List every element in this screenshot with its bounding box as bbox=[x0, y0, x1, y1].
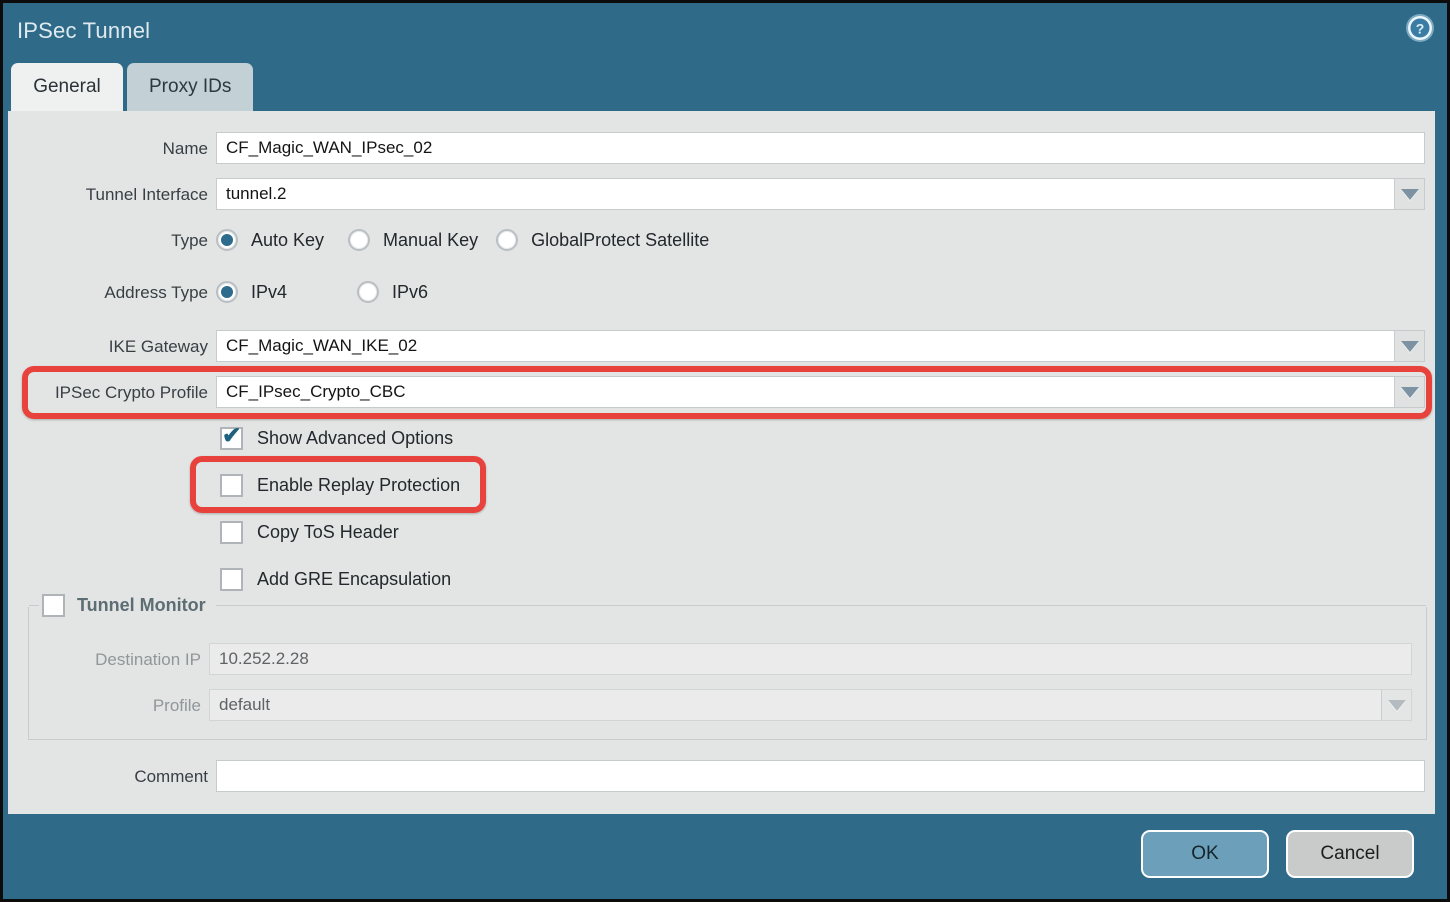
tunnel-monitor-legend: Tunnel Monitor bbox=[29, 594, 1426, 617]
copy-tos-header-label: Copy ToS Header bbox=[257, 522, 399, 543]
ipsec-crypto-profile-input[interactable] bbox=[217, 377, 1394, 407]
type-row: Type Auto Key Manual Key GlobalProtect S… bbox=[8, 226, 1435, 254]
manual-key-radio[interactable] bbox=[348, 229, 370, 251]
chevron-down-icon bbox=[1401, 387, 1419, 398]
show-advanced-options-checkbox[interactable] bbox=[220, 427, 243, 450]
add-gre-encapsulation-label: Add GRE Encapsulation bbox=[257, 569, 451, 590]
dialog-tabs: General Proxy IDs bbox=[3, 63, 1447, 111]
enable-replay-protection-checkbox[interactable] bbox=[220, 474, 243, 497]
comment-input[interactable] bbox=[217, 761, 1424, 791]
enable-replay-protection-label: Enable Replay Protection bbox=[257, 475, 460, 496]
ipsec-tunnel-dialog: IPSec Tunnel ? General Proxy IDs Name bbox=[0, 0, 1450, 902]
tab-proxy-ids[interactable]: Proxy IDs bbox=[127, 63, 253, 111]
tab-general[interactable]: General bbox=[11, 63, 123, 111]
name-field-box bbox=[216, 132, 1425, 164]
ipsec-crypto-profile-row: IPSec Crypto Profile bbox=[8, 376, 1435, 408]
profile-input[interactable] bbox=[210, 690, 1381, 720]
copy-tos-header-row: Copy ToS Header bbox=[8, 518, 1435, 546]
destination-ip-row: Destination IP bbox=[29, 643, 1426, 675]
copy-tos-header-checkbox[interactable] bbox=[220, 521, 243, 544]
tunnel-monitor-fieldset: Tunnel Monitor Destination IP Profile bbox=[28, 607, 1427, 740]
type-option-manual-key: Manual Key bbox=[348, 229, 478, 251]
ipv4-label: IPv4 bbox=[251, 282, 287, 303]
ipsec-crypto-profile-label: IPSec Crypto Profile bbox=[8, 381, 208, 403]
comment-row: Comment bbox=[8, 760, 1435, 792]
ok-button[interactable]: OK bbox=[1141, 830, 1269, 878]
destination-ip-label: Destination IP bbox=[29, 648, 201, 670]
address-type-option-ipv6: IPv6 bbox=[357, 281, 428, 303]
tunnel-interface-field-box bbox=[216, 178, 1425, 210]
copy-tos-header: Copy ToS Header bbox=[220, 521, 399, 544]
chevron-down-icon bbox=[1401, 189, 1419, 200]
ipsec-crypto-profile-dropdown-button[interactable] bbox=[1394, 377, 1424, 407]
ipv4-radio[interactable] bbox=[216, 281, 238, 303]
chevron-down-icon bbox=[1388, 700, 1406, 711]
ipv6-label: IPv6 bbox=[392, 282, 428, 303]
ipsec-crypto-profile-field-box bbox=[216, 376, 1425, 408]
tunnel-interface-dropdown-button[interactable] bbox=[1394, 179, 1424, 209]
destination-ip-field-box bbox=[209, 643, 1412, 675]
auto-key-label: Auto Key bbox=[251, 230, 324, 251]
add-gre-encapsulation-row: Add GRE Encapsulation bbox=[8, 565, 1435, 593]
ipv6-radio[interactable] bbox=[357, 281, 379, 303]
tunnel-interface-row: Tunnel Interface bbox=[8, 178, 1435, 210]
chevron-down-icon bbox=[1401, 341, 1419, 352]
tunnel-monitor-checkbox[interactable] bbox=[42, 594, 65, 617]
address-type-label: Address Type bbox=[8, 281, 208, 303]
name-input[interactable] bbox=[217, 133, 1424, 163]
show-advanced-options-row: Show Advanced Options bbox=[8, 424, 1435, 452]
tunnel-interface-input[interactable] bbox=[217, 179, 1394, 209]
add-gre-encapsulation-checkbox[interactable] bbox=[220, 568, 243, 591]
name-label: Name bbox=[8, 137, 208, 159]
general-tab-panel: Name Tunnel Interface Type bbox=[8, 111, 1435, 814]
show-advanced-options-label: Show Advanced Options bbox=[257, 428, 453, 449]
name-row: Name bbox=[8, 132, 1435, 164]
dialog-titlebar: IPSec Tunnel ? bbox=[3, 3, 1447, 63]
type-label: Type bbox=[8, 229, 208, 251]
show-advanced-options: Show Advanced Options bbox=[220, 427, 453, 450]
ike-gateway-label: IKE Gateway bbox=[8, 335, 208, 357]
tunnel-interface-label: Tunnel Interface bbox=[8, 183, 208, 205]
auto-key-radio[interactable] bbox=[216, 229, 238, 251]
type-option-auto-key: Auto Key bbox=[216, 229, 324, 251]
comment-label: Comment bbox=[8, 765, 208, 787]
profile-field-box bbox=[209, 689, 1412, 721]
globalprotect-satellite-radio[interactable] bbox=[496, 229, 518, 251]
add-gre-encapsulation: Add GRE Encapsulation bbox=[220, 568, 451, 591]
ike-gateway-input[interactable] bbox=[217, 331, 1394, 361]
enable-replay-protection-row: Enable Replay Protection bbox=[8, 471, 1435, 499]
destination-ip-input[interactable] bbox=[210, 644, 1411, 674]
profile-label: Profile bbox=[29, 694, 201, 716]
profile-row: Profile bbox=[29, 689, 1426, 721]
cancel-button[interactable]: Cancel bbox=[1286, 830, 1414, 878]
globalprotect-satellite-label: GlobalProtect Satellite bbox=[531, 230, 709, 251]
svg-text:?: ? bbox=[1416, 21, 1425, 37]
dialog-footer: OK Cancel bbox=[3, 814, 1447, 900]
address-type-option-ipv4: IPv4 bbox=[216, 281, 287, 303]
tunnel-monitor-label: Tunnel Monitor bbox=[77, 595, 206, 616]
ike-gateway-dropdown-button[interactable] bbox=[1394, 331, 1424, 361]
dialog-title: IPSec Tunnel bbox=[17, 18, 1431, 44]
comment-field-box bbox=[216, 760, 1425, 792]
ike-gateway-row: IKE Gateway bbox=[8, 330, 1435, 362]
enable-replay-protection: Enable Replay Protection bbox=[220, 474, 460, 497]
address-type-row: Address Type IPv4 IPv6 bbox=[8, 278, 1435, 306]
profile-dropdown-button[interactable] bbox=[1381, 690, 1411, 720]
ike-gateway-field-box bbox=[216, 330, 1425, 362]
help-icon[interactable]: ? bbox=[1405, 13, 1435, 43]
type-option-globalprotect-satellite: GlobalProtect Satellite bbox=[496, 229, 709, 251]
manual-key-label: Manual Key bbox=[383, 230, 478, 251]
